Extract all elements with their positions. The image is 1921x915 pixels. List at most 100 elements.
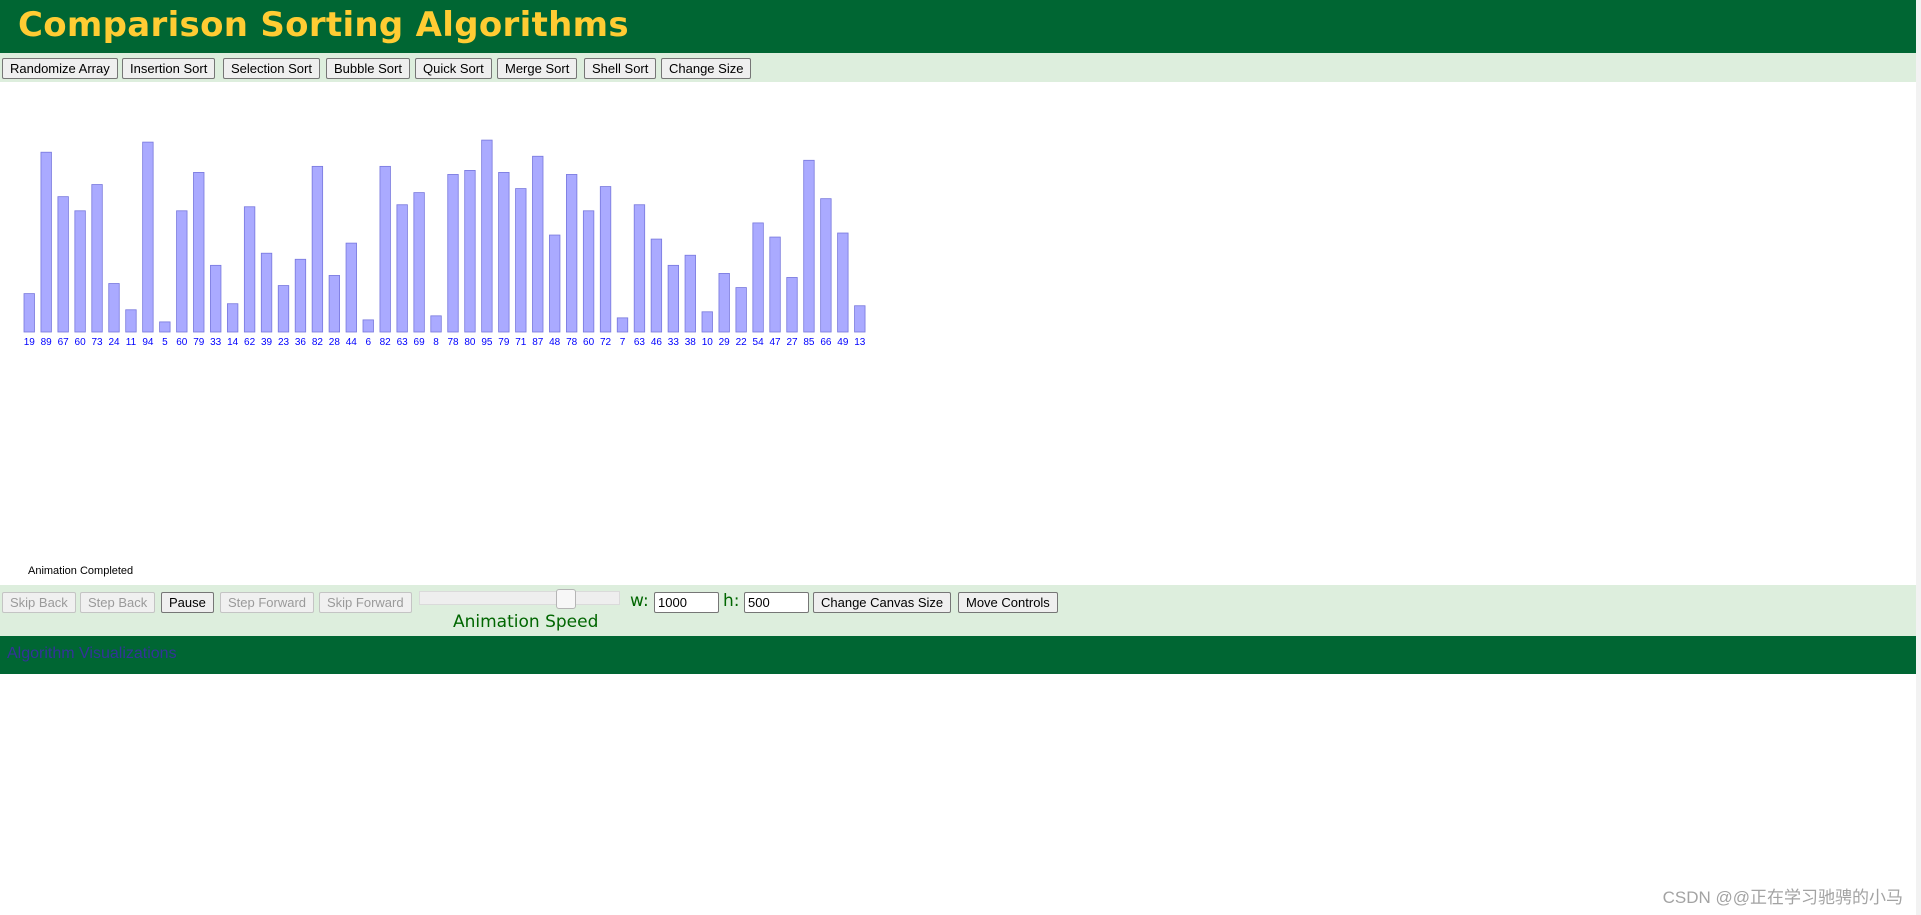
- app-header: Comparison Sorting Algorithms: [0, 0, 1916, 53]
- bar-value-label: 47: [769, 337, 781, 348]
- bar-value-label: 28: [329, 337, 341, 348]
- bar-value-label: 10: [702, 337, 714, 348]
- canvas-width-input[interactable]: [654, 592, 719, 613]
- bar-value-label: 36: [295, 337, 307, 348]
- array-bar: [803, 159, 815, 333]
- array-bar: [786, 277, 798, 333]
- bar-value-label: 33: [668, 337, 680, 348]
- array-bar: [362, 319, 374, 333]
- window-edge: [1916, 0, 1921, 915]
- width-label: w:: [630, 591, 649, 611]
- array-bar: [413, 192, 425, 333]
- bar-value-label: 78: [566, 337, 578, 348]
- animation-speed-label: Animation Speed: [453, 612, 599, 632]
- bar-value-label: 79: [498, 337, 510, 348]
- array-bar: [566, 174, 578, 333]
- bar-value-label: 49: [837, 337, 849, 348]
- bar-value-label: 89: [41, 337, 53, 348]
- pause-button[interactable]: Pause: [161, 592, 214, 613]
- array-bar: [74, 210, 86, 333]
- page-title: Comparison Sorting Algorithms: [18, 5, 629, 45]
- array-bar: [447, 174, 459, 333]
- bar-value-label: 14: [227, 337, 239, 348]
- skip-forward-button[interactable]: Skip Forward: [319, 592, 412, 613]
- move-controls-button[interactable]: Move Controls: [958, 592, 1058, 613]
- array-bar: [820, 198, 832, 333]
- quick-sort-button[interactable]: Quick Sort: [415, 58, 492, 79]
- bar-value-label: 7: [620, 337, 626, 348]
- bar-value-label: 24: [108, 337, 120, 348]
- bar-value-label: 62: [244, 337, 256, 348]
- slider-thumb[interactable]: [555, 589, 576, 609]
- array-bar: [379, 165, 391, 333]
- array-bar: [176, 210, 188, 333]
- array-bar: [260, 252, 273, 333]
- step-back-button[interactable]: Step Back: [80, 592, 156, 613]
- array-bar: [616, 317, 629, 333]
- array-bar: [311, 165, 324, 333]
- array-bar: [752, 222, 764, 333]
- change-size-button[interactable]: Change Size: [661, 58, 752, 79]
- insertion-sort-button[interactable]: Insertion Sort: [122, 58, 216, 79]
- bar-value-label: 60: [75, 337, 87, 348]
- bar-value-label: 6: [365, 337, 371, 348]
- array-bar: [684, 254, 696, 333]
- animation-status: Animation Completed: [28, 565, 134, 577]
- bar-value-label: 38: [685, 337, 697, 348]
- animation-speed-slider[interactable]: [419, 589, 620, 609]
- array-bar: [277, 285, 290, 333]
- array-bar: [57, 196, 69, 333]
- canvas-height-input[interactable]: [744, 592, 809, 613]
- bar-value-label: 54: [753, 337, 765, 348]
- array-bar: [396, 204, 408, 333]
- merge-sort-button[interactable]: Merge Sort: [497, 58, 578, 79]
- shell-sort-button[interactable]: Shell Sort: [584, 58, 657, 79]
- bar-value-label: 66: [820, 337, 832, 348]
- array-bar: [769, 236, 781, 333]
- bar-value-label: 72: [600, 337, 612, 348]
- array-bar: [23, 293, 35, 333]
- bar-value-label: 71: [515, 337, 527, 348]
- change-canvas-size-button[interactable]: Change Canvas Size: [813, 592, 952, 613]
- array-bar: [108, 283, 120, 333]
- algorithm-toolbar: Randomize Array Insertion Sort Selection…: [0, 53, 1916, 82]
- bar-value-label: 78: [447, 337, 459, 348]
- bar-value-label: 95: [481, 337, 493, 348]
- array-bar: [718, 273, 730, 333]
- array-bar: [125, 309, 137, 333]
- array-bar: [498, 172, 510, 333]
- array-bar: [91, 184, 103, 333]
- randomize-array-button[interactable]: Randomize Array: [2, 58, 118, 79]
- bar-value-label: 22: [736, 337, 748, 348]
- array-bar: [328, 275, 341, 333]
- step-forward-button[interactable]: Step Forward: [220, 592, 315, 613]
- array-bar: [210, 264, 222, 333]
- bar-value-label: 8: [433, 337, 439, 348]
- bar-value-label: 33: [210, 337, 222, 348]
- bar-value-label: 80: [464, 337, 476, 348]
- array-bar: [294, 258, 307, 333]
- array-bar: [159, 321, 171, 333]
- bar-value-label: 60: [583, 337, 595, 348]
- bar-value-label: 63: [397, 337, 409, 348]
- array-bar: [599, 186, 612, 333]
- bubble-sort-button[interactable]: Bubble Sort: [326, 58, 410, 79]
- bar-value-label: 48: [549, 337, 561, 348]
- footer: Algorithm Visualizations: [0, 636, 1916, 674]
- array-bar-chart: 19 89 67 60 73 24 11 94 5 60 79 33 14 62 39 23 36 82 28 44 6…: [23, 139, 866, 348]
- skip-back-button[interactable]: Skip Back: [2, 592, 76, 613]
- array-bar: [142, 141, 154, 333]
- array-bar: [854, 305, 866, 333]
- algorithm-visualizations-link[interactable]: Algorithm Visualizations: [7, 645, 177, 663]
- array-bar: [193, 172, 205, 333]
- bar-value-label: 79: [193, 337, 205, 348]
- selection-sort-button[interactable]: Selection Sort: [223, 58, 320, 79]
- animation-controls: Skip Back Step Back Pause Step Forward S…: [0, 585, 1916, 636]
- bar-value-label: 29: [719, 337, 731, 348]
- bar-value-label: 82: [380, 337, 392, 348]
- bar-value-label: 63: [634, 337, 646, 348]
- bar-value-label: 23: [278, 337, 290, 348]
- array-bar: [549, 234, 561, 333]
- bar-value-label: 11: [126, 337, 137, 348]
- array-bar: [430, 315, 442, 333]
